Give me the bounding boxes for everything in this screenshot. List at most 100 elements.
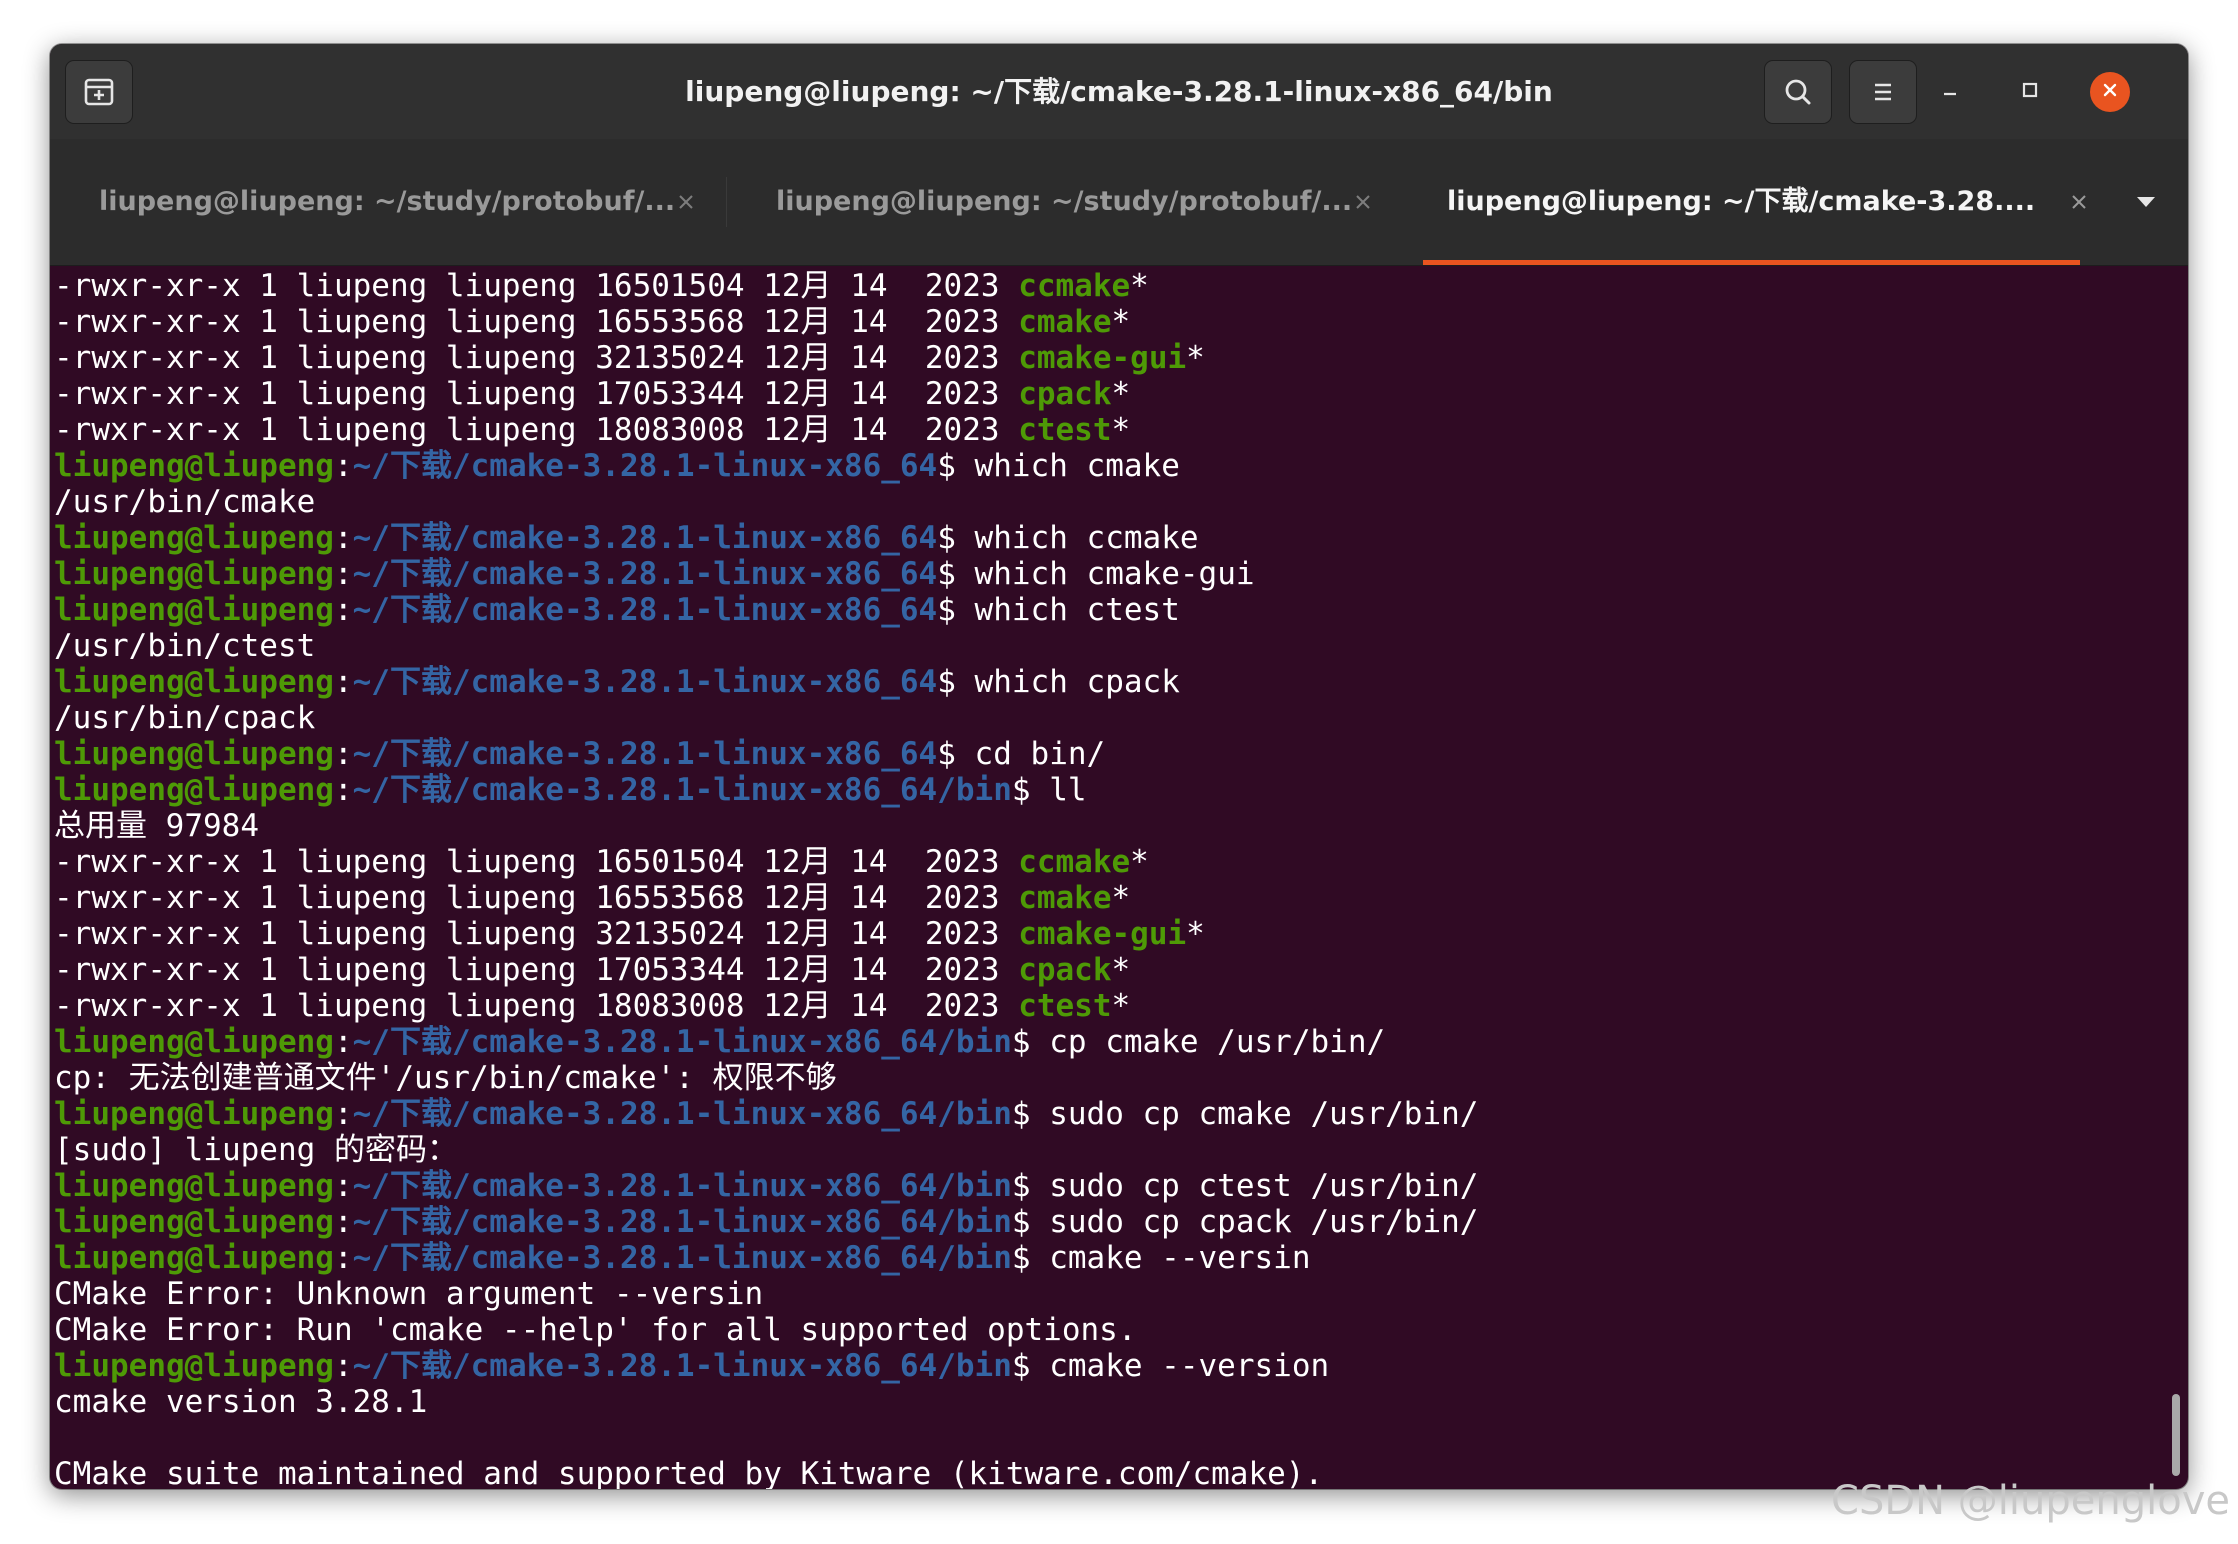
terminal-line: liupeng@liupeng:~/下载/cmake-3.28.1-linux-… bbox=[54, 448, 2168, 484]
prompt-path: ~/下载/cmake-3.28.1-linux-x86_64 bbox=[352, 664, 938, 700]
prompt-user: liupeng@liupeng bbox=[54, 1096, 334, 1132]
terminal-text: : bbox=[333, 556, 353, 592]
tab-label: liupeng@liupeng: ~/study/protobuf/... bbox=[99, 186, 676, 217]
terminal-line: liupeng@liupeng:~/下载/cmake-3.28.1-linux-… bbox=[54, 1240, 2168, 1276]
terminal-text: $ ll bbox=[1011, 772, 1087, 808]
tab-close-button[interactable] bbox=[1347, 186, 1379, 218]
terminal-line: -rwxr-xr-x 1 liupeng liupeng 16553568 12… bbox=[54, 880, 2168, 916]
terminal-line: -rwxr-xr-x 1 liupeng liupeng 16501504 12… bbox=[54, 844, 2168, 880]
terminal-text: * bbox=[1111, 952, 1131, 988]
maximize-icon bbox=[2020, 80, 2040, 104]
close-icon bbox=[2100, 80, 2120, 104]
close-window-button[interactable] bbox=[2090, 72, 2130, 112]
prompt-path: ~/下载/cmake-3.28.1-linux-x86_64 bbox=[352, 592, 938, 628]
prompt-path: ~/下载/cmake-3.28.1-linux-x86_64/bin bbox=[352, 1240, 1012, 1276]
terminal-text: : bbox=[333, 664, 353, 700]
prompt-path: ~/下载/cmake-3.28.1-linux-x86_64/bin bbox=[352, 1024, 1012, 1060]
terminal-line: -rwxr-xr-x 1 liupeng liupeng 32135024 12… bbox=[54, 916, 2168, 952]
executable-name: ccmake bbox=[1018, 844, 1131, 880]
terminal-text: : bbox=[333, 772, 353, 808]
terminal-line: -rwxr-xr-x 1 liupeng liupeng 17053344 12… bbox=[54, 952, 2168, 988]
terminal-text: * bbox=[1186, 916, 1205, 952]
terminal-line: liupeng@liupeng:~/下载/cmake-3.28.1-linux-… bbox=[54, 520, 2168, 556]
terminal-text: $ sudo cp cmake /usr/bin/ bbox=[1011, 1096, 1479, 1132]
terminal-line: 总用量 97984 bbox=[54, 808, 2168, 844]
tab-protobuf-2[interactable]: liupeng@liupeng: ~/study/protobuf/... bbox=[727, 139, 1403, 265]
tabs-dropdown-button[interactable] bbox=[2130, 186, 2162, 218]
terminal-text: -rwxr-xr-x 1 liupeng liupeng 16501504 12… bbox=[54, 844, 1019, 880]
maximize-button[interactable] bbox=[2010, 72, 2050, 112]
terminal-text: * bbox=[1130, 844, 1149, 880]
terminal-text: : bbox=[333, 1024, 353, 1060]
terminal-text: $ which ctest bbox=[937, 592, 1180, 628]
terminal-line: [sudo] liupeng 的密码： bbox=[54, 1132, 2168, 1168]
search-icon bbox=[1781, 75, 1815, 109]
terminal-line: liupeng@liupeng:~/下载/cmake-3.28.1-linux-… bbox=[54, 1096, 2168, 1132]
terminal-text: -rwxr-xr-x 1 liupeng liupeng 17053344 12… bbox=[54, 952, 1019, 988]
terminal-text: * bbox=[1186, 340, 1205, 376]
executable-name: cmake bbox=[1018, 880, 1112, 916]
tab-close-button[interactable] bbox=[670, 186, 702, 218]
terminal-line: -rwxr-xr-x 1 liupeng liupeng 16501504 12… bbox=[54, 268, 2168, 304]
terminal-line: liupeng@liupeng:~/下载/cmake-3.28.1-linux-… bbox=[54, 556, 2168, 592]
terminal-line: -rwxr-xr-x 1 liupeng liupeng 17053344 12… bbox=[54, 376, 2168, 412]
terminal-line: CMake Error: Unknown argument --versin bbox=[54, 1276, 2168, 1312]
terminal-text: $ which ccmake bbox=[937, 520, 1199, 556]
minimize-icon bbox=[1940, 80, 1960, 104]
terminal-line: /usr/bin/cpack bbox=[54, 700, 2168, 736]
terminal-line: liupeng@liupeng:~/下载/cmake-3.28.1-linux-… bbox=[54, 1024, 2168, 1060]
executable-name: cpack bbox=[1018, 376, 1112, 412]
executable-name: ctest bbox=[1018, 412, 1112, 448]
terminal-line: liupeng@liupeng:~/下载/cmake-3.28.1-linux-… bbox=[54, 1348, 2168, 1384]
tab-cmake-bin[interactable]: liupeng@liupeng: ~/下载/cmake-3.28.... bbox=[1423, 139, 2086, 265]
terminal-text: /usr/bin/cmake bbox=[54, 484, 316, 520]
prompt-user: liupeng@liupeng bbox=[54, 664, 334, 700]
executable-name: cmake-gui bbox=[1018, 340, 1187, 376]
prompt-path: ~/下载/cmake-3.28.1-linux-x86_64/bin bbox=[352, 1096, 1012, 1132]
terminal-text: -rwxr-xr-x 1 liupeng liupeng 17053344 12… bbox=[54, 376, 1019, 412]
terminal-text: : bbox=[333, 1348, 353, 1384]
prompt-user: liupeng@liupeng bbox=[54, 520, 334, 556]
terminal-line: /usr/bin/cmake bbox=[54, 484, 2168, 520]
terminal-line: liupeng@liupeng:~/下载/cmake-3.28.1-linux-… bbox=[54, 1168, 2168, 1204]
terminal-text: $ which cpack bbox=[937, 664, 1180, 700]
tab-protobuf-1[interactable]: liupeng@liupeng: ~/study/protobuf/... bbox=[50, 139, 726, 265]
terminal-line: liupeng@liupeng:~/下载/cmake-3.28.1-linux-… bbox=[54, 736, 2168, 772]
prompt-path: ~/下载/cmake-3.28.1-linux-x86_64/bin bbox=[352, 772, 1012, 808]
terminal-text: 总用量 97984 bbox=[54, 808, 259, 844]
terminal-line: -rwxr-xr-x 1 liupeng liupeng 18083008 12… bbox=[54, 412, 2168, 448]
terminal-line: -rwxr-xr-x 1 liupeng liupeng 32135024 12… bbox=[54, 340, 2168, 376]
terminal-text: -rwxr-xr-x 1 liupeng liupeng 16553568 12… bbox=[54, 880, 1019, 916]
menu-button[interactable] bbox=[1849, 60, 1917, 124]
search-button[interactable] bbox=[1764, 60, 1832, 124]
tab-label: liupeng@liupeng: ~/下载/cmake-3.28.... bbox=[1447, 186, 2036, 217]
terminal-text: : bbox=[333, 1096, 353, 1132]
hamburger-menu-icon bbox=[1868, 77, 1898, 107]
terminal-text: * bbox=[1130, 268, 1149, 304]
prompt-user: liupeng@liupeng bbox=[54, 556, 334, 592]
terminal-text: $ which cmake-gui bbox=[937, 556, 1255, 592]
terminal-text: CMake Error: Run 'cmake --help' for all … bbox=[54, 1312, 1137, 1348]
minimize-button[interactable] bbox=[1930, 72, 1970, 112]
prompt-user: liupeng@liupeng bbox=[54, 1168, 334, 1204]
terminal-line: cmake version 3.28.1 bbox=[54, 1384, 2168, 1420]
terminal-text: $ sudo cp ctest /usr/bin/ bbox=[1011, 1168, 1479, 1204]
executable-name: cmake-gui bbox=[1018, 916, 1187, 952]
tab-close-button[interactable] bbox=[2063, 186, 2095, 218]
terminal-output[interactable]: -rwxr-xr-x 1 liupeng liupeng 16501504 12… bbox=[50, 266, 2168, 1489]
executable-name: cpack bbox=[1018, 952, 1112, 988]
terminal-text: -rwxr-xr-x 1 liupeng liupeng 18083008 12… bbox=[54, 988, 1019, 1024]
title-bar[interactable]: liupeng@liupeng: ~/下载/cmake-3.28.1-linux… bbox=[50, 44, 2188, 139]
terminal-text: $ cd bin/ bbox=[937, 736, 1106, 772]
terminal-line: /usr/bin/ctest bbox=[54, 628, 2168, 664]
scrollbar-thumb[interactable] bbox=[2172, 1394, 2180, 1476]
prompt-path: ~/下载/cmake-3.28.1-linux-x86_64/bin bbox=[352, 1204, 1012, 1240]
prompt-path: ~/下载/cmake-3.28.1-linux-x86_64 bbox=[352, 556, 938, 592]
terminal-line: liupeng@liupeng:~/下载/cmake-3.28.1-linux-… bbox=[54, 772, 2168, 808]
prompt-user: liupeng@liupeng bbox=[54, 1348, 334, 1384]
prompt-user: liupeng@liupeng bbox=[54, 1024, 334, 1060]
terminal-line: liupeng@liupeng:~/下载/cmake-3.28.1-linux-… bbox=[54, 1204, 2168, 1240]
terminal-text: CMake suite maintained and supported by … bbox=[54, 1456, 1324, 1489]
terminal-text: -rwxr-xr-x 1 liupeng liupeng 16553568 12… bbox=[54, 304, 1019, 340]
terminal-text: cp: 无法创建普通文件'/usr/bin/cmake': 权限不够 bbox=[54, 1060, 837, 1096]
